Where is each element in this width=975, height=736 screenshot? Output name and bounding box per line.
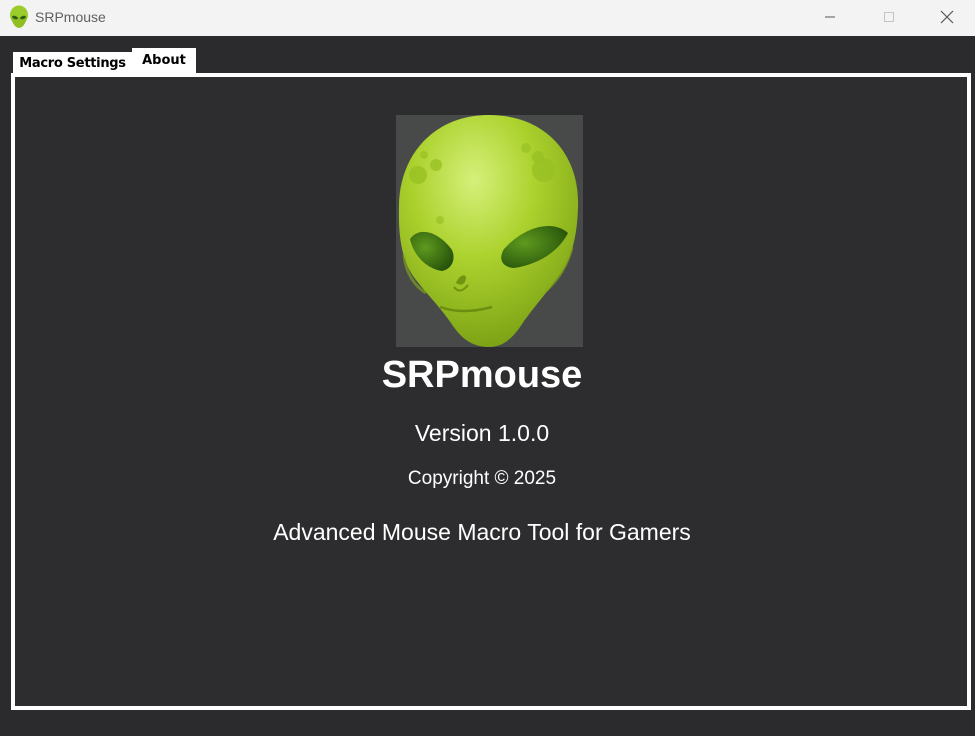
tagline-label: Advanced Mouse Macro Tool for Gamers (273, 519, 691, 545)
app-window: SRPmouse Macro Settings About SRPmouse V… (0, 0, 975, 736)
close-button[interactable] (918, 0, 975, 34)
minimize-button[interactable] (801, 0, 859, 34)
title-bar[interactable]: SRPmouse (0, 0, 975, 36)
logo-image (396, 115, 583, 347)
tab-macro-settings[interactable]: Macro Settings (13, 52, 132, 74)
tab-about[interactable]: About (132, 48, 196, 76)
copyright-label: Copyright © 2025 (407, 468, 557, 489)
maximize-button[interactable] (860, 0, 918, 34)
alien-app-icon (10, 5, 28, 28)
minimize-icon (825, 16, 835, 18)
app-name-heading: SRPmouse (381, 354, 583, 396)
close-icon (940, 10, 954, 24)
version-label: Version 1.0.0 (414, 420, 550, 446)
alien-head-icon (398, 115, 579, 347)
maximize-icon (884, 12, 894, 22)
window-title: SRPmouse (35, 9, 106, 25)
